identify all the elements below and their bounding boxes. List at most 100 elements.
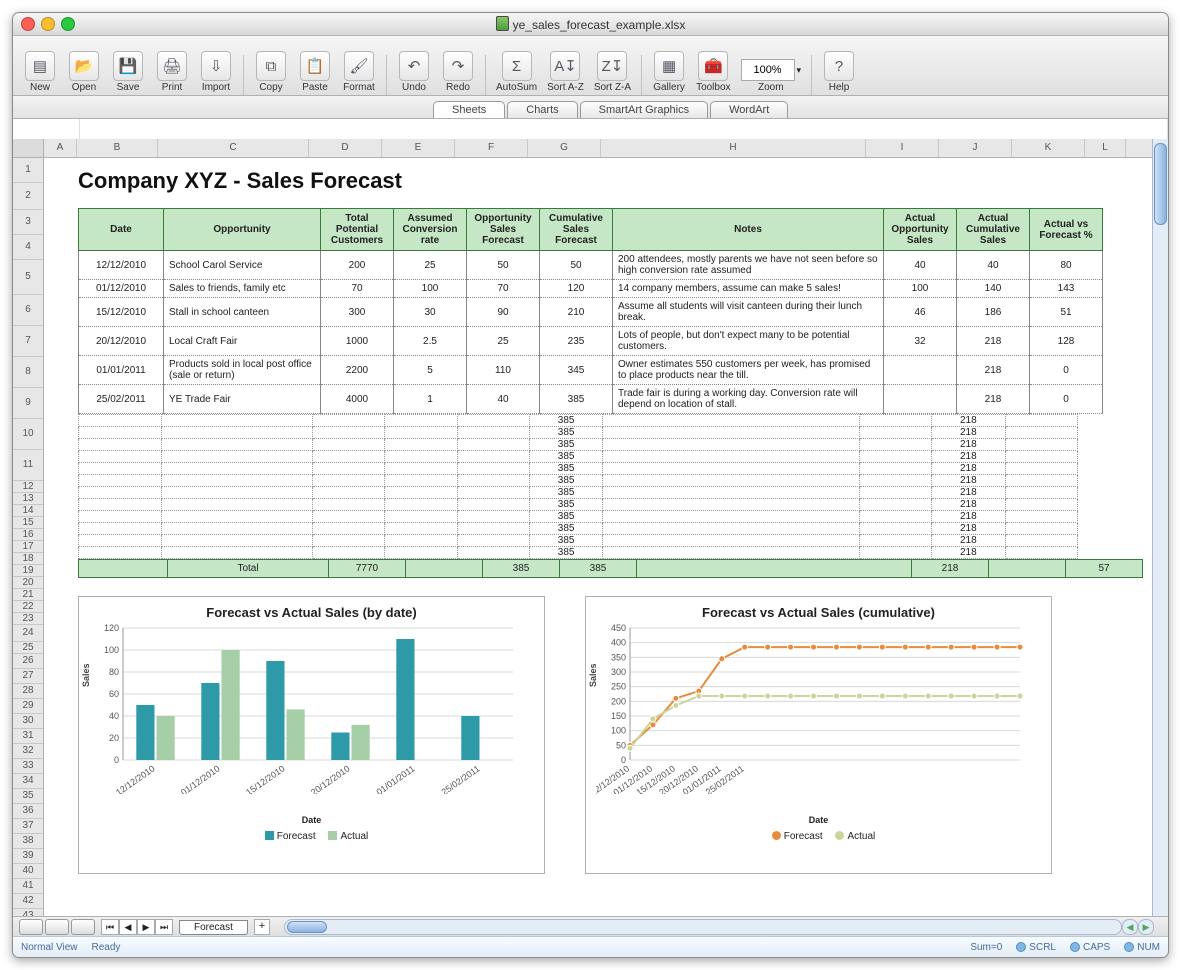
add-sheet-button[interactable]: + bbox=[254, 919, 270, 935]
svg-text:300: 300 bbox=[611, 667, 626, 677]
table-row[interactable]: 12/12/2010School Carol Service2002550502… bbox=[79, 251, 1103, 280]
sort a-z-icon: A↧ bbox=[550, 51, 580, 81]
table-row[interactable]: 25/02/2011YE Trade Fair4000140385Trade f… bbox=[79, 385, 1103, 414]
open-button[interactable]: 📂Open bbox=[63, 51, 105, 95]
column-header-cell[interactable]: Actual Opportunity Sales bbox=[884, 209, 957, 251]
column-header-cell[interactable]: Total Potential Customers bbox=[321, 209, 394, 251]
column-headers[interactable]: ABCDEFGHIJKL bbox=[44, 139, 1168, 158]
svg-text:20: 20 bbox=[109, 733, 119, 743]
redo-button[interactable]: ↷Redo bbox=[437, 51, 479, 95]
chart-title: Forecast vs Actual Sales (cumulative) bbox=[596, 605, 1041, 620]
line-chart[interactable]: Forecast vs Actual Sales (cumulative) Sa… bbox=[585, 596, 1052, 874]
select-all-corner[interactable] bbox=[13, 139, 43, 158]
column-header-cell[interactable]: Actual Cumulative Sales bbox=[957, 209, 1030, 251]
column-header[interactable]: L bbox=[1085, 139, 1126, 157]
undo-button[interactable]: ↶Undo bbox=[393, 51, 435, 95]
num-indicator: NUM bbox=[1124, 942, 1160, 953]
empty-rows[interactable]: 3852183852183852183852183852183852183852… bbox=[78, 414, 1078, 559]
help-icon: ? bbox=[824, 51, 854, 81]
sheet-tab-bar: ⏮◀▶⏭ Forecast + ◀ ▶ bbox=[13, 916, 1168, 937]
table-row[interactable]: 01/01/2011Products sold in local post of… bbox=[79, 356, 1103, 385]
scrl-indicator: SCRL bbox=[1016, 942, 1056, 953]
column-header[interactable]: A bbox=[44, 139, 77, 157]
column-header-cell[interactable]: Notes bbox=[613, 209, 884, 251]
sort z-a-icon: Z↧ bbox=[597, 51, 627, 81]
status-ready: Ready bbox=[92, 942, 121, 953]
name-box[interactable] bbox=[13, 119, 80, 141]
svg-text:40: 40 bbox=[109, 711, 119, 721]
ribbon-tab-sheets[interactable]: Sheets bbox=[433, 101, 505, 118]
bar-chart-svg: 02040608010012012/12/201001/12/201015/12… bbox=[89, 624, 519, 794]
svg-text:01/12/2010: 01/12/2010 bbox=[179, 763, 222, 794]
chart-legend: Forecast Actual bbox=[596, 831, 1041, 842]
open-icon: 📂 bbox=[69, 51, 99, 81]
format-button[interactable]: 🖌Format bbox=[338, 51, 380, 95]
autosum-icon: Σ bbox=[502, 51, 532, 81]
svg-text:0: 0 bbox=[114, 755, 119, 765]
column-header[interactable]: F bbox=[455, 139, 528, 157]
svg-text:20/12/2010: 20/12/2010 bbox=[309, 763, 352, 794]
svg-text:100: 100 bbox=[611, 726, 626, 736]
bar-chart[interactable]: Forecast vs Actual Sales (by date) Sales… bbox=[78, 596, 545, 874]
column-header[interactable]: E bbox=[382, 139, 455, 157]
row-headers[interactable]: 1234567891011121314151617181920212223242… bbox=[13, 139, 44, 917]
paste-button[interactable]: 📋Paste bbox=[294, 51, 336, 95]
column-header-cell[interactable]: Date bbox=[79, 209, 164, 251]
help-button[interactable]: ?Help bbox=[818, 51, 860, 95]
column-header-cell[interactable]: Assumed Conversion rate bbox=[394, 209, 467, 251]
zoom-button[interactable]: ▾Zoom bbox=[737, 59, 806, 95]
new-button[interactable]: ▤New bbox=[19, 51, 61, 95]
column-header-cell[interactable]: Opportunity bbox=[164, 209, 321, 251]
copy-button[interactable]: ⧉Copy bbox=[250, 51, 292, 95]
sort-a-z-button[interactable]: A↧Sort A-Z bbox=[543, 51, 588, 95]
sheet-nav-buttons[interactable]: ⏮◀▶⏭ bbox=[101, 919, 173, 935]
autosum-button[interactable]: ΣAutoSum bbox=[492, 51, 541, 95]
caps-indicator: CAPS bbox=[1070, 942, 1110, 953]
zoom-input[interactable] bbox=[741, 59, 795, 81]
toolbox-button[interactable]: 🧰Toolbox bbox=[692, 51, 734, 95]
sheet-tab-forecast[interactable]: Forecast bbox=[179, 920, 248, 935]
svg-text:01/01/2011: 01/01/2011 bbox=[375, 763, 417, 794]
column-header-cell[interactable]: Cumulative Sales Forecast bbox=[540, 209, 613, 251]
svg-text:350: 350 bbox=[611, 652, 626, 662]
view-label: Normal View bbox=[21, 942, 78, 953]
scroll-left-icon[interactable]: ◀ bbox=[1122, 919, 1138, 935]
print-icon: 🖨 bbox=[157, 51, 187, 81]
worksheet-grid[interactable]: Company XYZ - Sales Forecast DateOpportu… bbox=[44, 158, 1168, 917]
window-title: ye_sales_forecast_example.xlsx bbox=[13, 16, 1168, 32]
document-icon bbox=[496, 16, 509, 31]
column-header[interactable]: D bbox=[309, 139, 382, 157]
scroll-right-icon[interactable]: ▶ bbox=[1138, 919, 1154, 935]
import-button[interactable]: ⇩Import bbox=[195, 51, 237, 95]
column-header[interactable]: H bbox=[601, 139, 866, 157]
formula-input[interactable] bbox=[80, 119, 1168, 141]
svg-text:150: 150 bbox=[611, 711, 626, 721]
forecast-table[interactable]: DateOpportunityTotal Potential Customers… bbox=[78, 208, 1103, 414]
table-row[interactable]: 15/12/2010Stall in school canteen3003090… bbox=[79, 298, 1103, 327]
report-title: Company XYZ - Sales Forecast bbox=[78, 168, 1166, 194]
table-row[interactable]: 01/12/2010Sales to friends, family etc70… bbox=[79, 280, 1103, 298]
gallery-button[interactable]: ▦Gallery bbox=[648, 51, 690, 95]
svg-text:80: 80 bbox=[109, 667, 119, 677]
column-header-cell[interactable]: Opportunity Sales Forecast bbox=[467, 209, 540, 251]
column-header[interactable]: C bbox=[158, 139, 309, 157]
scrollbar-thumb[interactable] bbox=[1154, 143, 1167, 225]
view-mode-buttons[interactable] bbox=[19, 919, 95, 935]
column-header[interactable]: B bbox=[77, 139, 158, 157]
sort-z-a-button[interactable]: Z↧Sort Z-A bbox=[590, 51, 635, 95]
column-header-cell[interactable]: Actual vs Forecast % bbox=[1030, 209, 1103, 251]
horizontal-scrollbar[interactable]: ◀ ▶ bbox=[284, 919, 1154, 935]
svg-text:200: 200 bbox=[611, 696, 626, 706]
print-button[interactable]: 🖨Print bbox=[151, 51, 193, 95]
column-header[interactable]: I bbox=[866, 139, 939, 157]
ribbon-tab-charts[interactable]: Charts bbox=[507, 101, 577, 118]
table-row[interactable]: 20/12/2010Local Craft Fair10002.525235Lo… bbox=[79, 327, 1103, 356]
column-header[interactable]: G bbox=[528, 139, 601, 157]
vertical-scrollbar[interactable] bbox=[1152, 139, 1168, 917]
ribbon-tab-wordart[interactable]: WordArt bbox=[710, 101, 788, 118]
column-header[interactable]: K bbox=[1012, 139, 1085, 157]
gallery-icon: ▦ bbox=[654, 51, 684, 81]
save-button[interactable]: 💾Save bbox=[107, 51, 149, 95]
ribbon-tab-smartart-graphics[interactable]: SmartArt Graphics bbox=[580, 101, 708, 118]
column-header[interactable]: J bbox=[939, 139, 1012, 157]
